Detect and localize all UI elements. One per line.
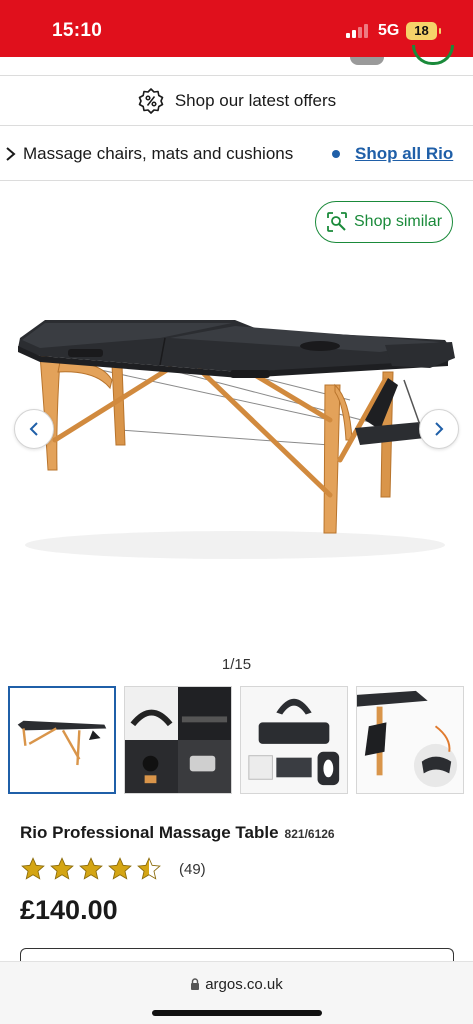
signal-icon [346, 24, 372, 38]
shop-all-brand-link[interactable]: Shop all Rio [355, 144, 453, 164]
url-text: argos.co.uk [205, 976, 283, 993]
review-count: (49) [179, 860, 206, 878]
chevron-right-icon [6, 147, 16, 161]
home-indicator[interactable] [152, 1010, 322, 1016]
battery-icon: 18 [406, 22, 441, 40]
thumbnail-1[interactable] [8, 686, 116, 794]
thumbnail-strip [8, 686, 473, 794]
trolley-icon-partial [412, 45, 454, 65]
product-price: £140.00 [20, 895, 118, 925]
thumbnail-3[interactable] [240, 686, 348, 794]
network-type: 5G [378, 22, 400, 39]
status-bar: 15:10 5G 18 [0, 0, 473, 57]
header-icon-partial [350, 57, 384, 65]
next-image-button[interactable] [419, 409, 459, 449]
header-remnant [0, 45, 473, 76]
offers-label: Shop our latest offers [174, 91, 337, 110]
chevron-left-icon [29, 422, 38, 436]
browser-address-bar[interactable]: argos.co.uk [0, 961, 473, 1024]
star-full-icon [50, 857, 74, 880]
star-full-icon [108, 857, 132, 880]
offers-banner[interactable]: Shop our latest offers [0, 77, 473, 126]
status-time: 15:10 [52, 20, 103, 41]
thumbnail-4[interactable] [356, 686, 464, 794]
product-code: 821/6126 [284, 827, 335, 841]
breadcrumb-category[interactable]: Massage chairs, mats and cushions [23, 144, 293, 164]
url-display[interactable]: argos.co.uk [0, 976, 473, 993]
previous-image-button[interactable] [14, 409, 54, 449]
star-full-icon [21, 857, 45, 880]
product-rating[interactable]: (49) [20, 855, 206, 883]
discount-badge-icon [138, 88, 164, 114]
breadcrumb: Massage chairs, mats and cushions Shop a… [0, 127, 473, 181]
product-title: Rio Professional Massage Table 821/6126 [20, 823, 335, 843]
shop-similar-label: Shop similar [354, 213, 443, 230]
breadcrumb-separator [332, 150, 340, 158]
lock-icon [191, 978, 200, 990]
product-name: Rio Professional Massage Table [20, 823, 279, 842]
star-half-icon [137, 857, 161, 880]
shop-similar-button[interactable]: Shop similar [315, 201, 453, 243]
thumbnail-2[interactable] [124, 686, 232, 794]
star-full-icon [79, 857, 103, 880]
visual-search-icon [327, 212, 347, 232]
product-image[interactable] [0, 255, 473, 650]
chevron-right-icon [435, 422, 444, 436]
image-counter: 1/15 [221, 656, 252, 673]
